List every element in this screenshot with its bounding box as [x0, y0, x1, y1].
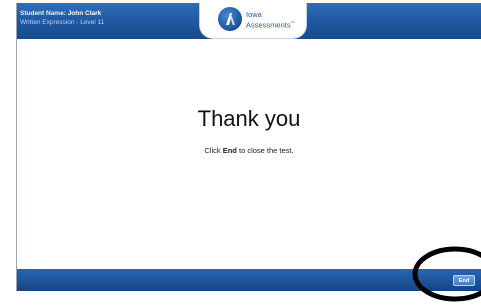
instruction-suffix: to close the test.: [238, 146, 294, 155]
footer-bar: End: [17, 269, 481, 291]
student-name-value: John Clark: [67, 10, 102, 17]
logo-line-iowa: Iowa: [246, 10, 262, 19]
student-info: Student Name: John Clark Written Express…: [20, 9, 104, 27]
student-name-label: Student Name:: [20, 10, 66, 17]
iowa-logo-icon: [218, 7, 242, 31]
test-level-info: Written Expression - Level 11: [20, 19, 105, 26]
instruction-end-word: End: [222, 146, 237, 155]
logo-wordmark: Iowa Assessments™: [246, 11, 295, 30]
test-window: Student Name: John Clark Written Express…: [16, 3, 481, 291]
trademark-symbol: ™: [290, 20, 295, 25]
end-button[interactable]: End: [453, 275, 475, 286]
iowa-assessments-logo: Iowa Assessments™: [199, 3, 307, 39]
header-bar: Student Name: John Clark Written Express…: [17, 3, 481, 39]
instruction-prefix: Click: [204, 146, 221, 155]
instruction-text: Click End to close the test.: [17, 146, 481, 155]
logo-line-assessments: Assessments: [246, 20, 291, 30]
page-title: Thank you: [197, 106, 301, 131]
